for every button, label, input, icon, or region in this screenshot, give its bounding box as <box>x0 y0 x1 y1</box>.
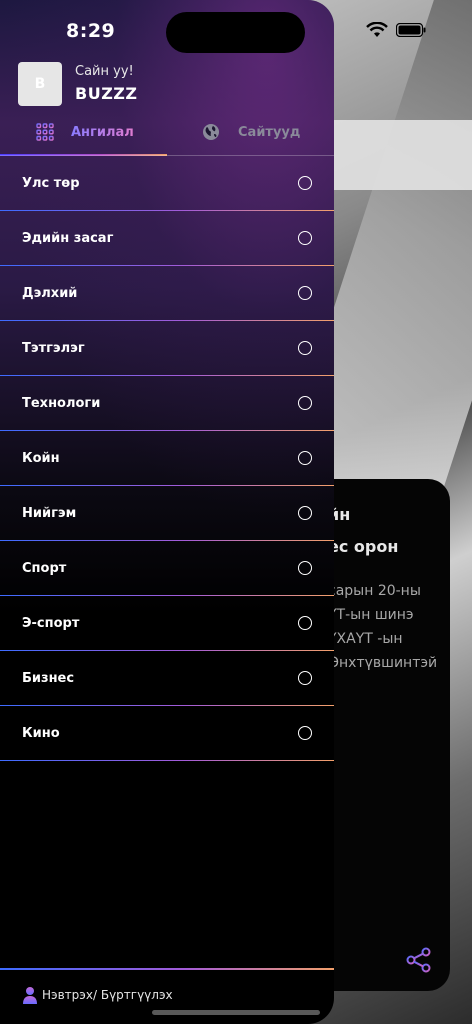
radio-button[interactable] <box>298 396 312 410</box>
share-icon[interactable] <box>406 947 432 973</box>
username: BUZZZ <box>75 84 138 103</box>
article-excerpt: сарын 20-ны ҮТ-ын шинэ ҮХАҮТ -ын Өнхтүвш… <box>328 583 438 671</box>
globe-icon <box>203 124 219 140</box>
login-register-label: Нэвтрэх/ Бүртгүүлэх <box>42 988 173 1002</box>
grid-icon <box>36 123 54 141</box>
radio-button[interactable] <box>298 231 312 245</box>
tab-categories[interactable]: Ангилал <box>36 112 134 152</box>
greeting-text: Сайн уу! <box>75 64 134 79</box>
category-item[interactable]: Дэлхий <box>0 266 334 321</box>
footer-divider <box>0 968 334 970</box>
category-label: Э-спорт <box>22 616 80 631</box>
home-indicator <box>152 1010 320 1015</box>
radio-button[interactable] <box>298 506 312 520</box>
tab-sites-label: Сайтууд <box>238 124 301 140</box>
category-item[interactable]: Эдийн засаг <box>0 211 334 266</box>
category-item[interactable]: Нийгэм <box>0 486 334 541</box>
divider <box>0 759 334 761</box>
drawer-tabs: Ангилал Сайтууд <box>0 112 334 156</box>
wifi-icon <box>366 22 388 37</box>
category-item[interactable]: Койн <box>0 431 334 486</box>
category-label: Бизнес <box>22 671 75 686</box>
radio-button[interactable] <box>298 286 312 300</box>
dynamic-island <box>166 12 305 53</box>
status-time: 8:29 <box>66 20 116 42</box>
radio-button[interactable] <box>298 341 312 355</box>
tab-sites[interactable]: Сайтууд <box>202 112 300 152</box>
battery-icon <box>396 23 426 37</box>
category-item[interactable]: Тэтгэлэг <box>0 321 334 376</box>
category-list: Улс төр Эдийн засаг Дэлхий Тэтгэлэг Техн… <box>0 156 334 761</box>
category-item[interactable]: Э-спорт <box>0 596 334 651</box>
category-item[interactable]: Улс төр <box>0 156 334 211</box>
category-label: Эдийн засаг <box>22 231 114 246</box>
category-label: Дэлхий <box>22 286 78 301</box>
system-status-icons <box>366 22 426 38</box>
category-item[interactable]: Бизнес <box>0 651 334 706</box>
category-label: Технологи <box>22 396 101 411</box>
avatar[interactable]: B <box>18 62 62 106</box>
category-item[interactable]: Технологи <box>0 376 334 431</box>
radio-button[interactable] <box>298 176 312 190</box>
status-bar: 8:29 <box>0 0 334 60</box>
article-heading: йн ес орон <box>328 505 399 556</box>
login-register-button[interactable]: Нэвтрэх/ Бүртгүүлэх <box>22 986 173 1004</box>
radio-button[interactable] <box>298 451 312 465</box>
category-label: Спорт <box>22 561 67 576</box>
category-label: Улс төр <box>22 176 80 191</box>
radio-button[interactable] <box>298 671 312 685</box>
radio-button[interactable] <box>298 726 312 740</box>
category-item[interactable]: Кино <box>0 706 334 761</box>
profile-header[interactable]: B Сайн уу! BUZZZ <box>18 62 318 108</box>
navigation-drawer: 8:29 B Сайн уу! BUZZZ Ангилал Сайтууд Ул… <box>0 0 334 1024</box>
category-label: Кино <box>22 726 60 741</box>
category-item[interactable]: Спорт <box>0 541 334 596</box>
category-label: Тэтгэлэг <box>22 341 85 356</box>
tab-categories-label: Ангилал <box>71 124 134 140</box>
category-label: Койн <box>22 451 60 466</box>
radio-button[interactable] <box>298 561 312 575</box>
category-label: Нийгэм <box>22 506 77 521</box>
person-icon <box>23 987 37 1004</box>
radio-button[interactable] <box>298 616 312 630</box>
